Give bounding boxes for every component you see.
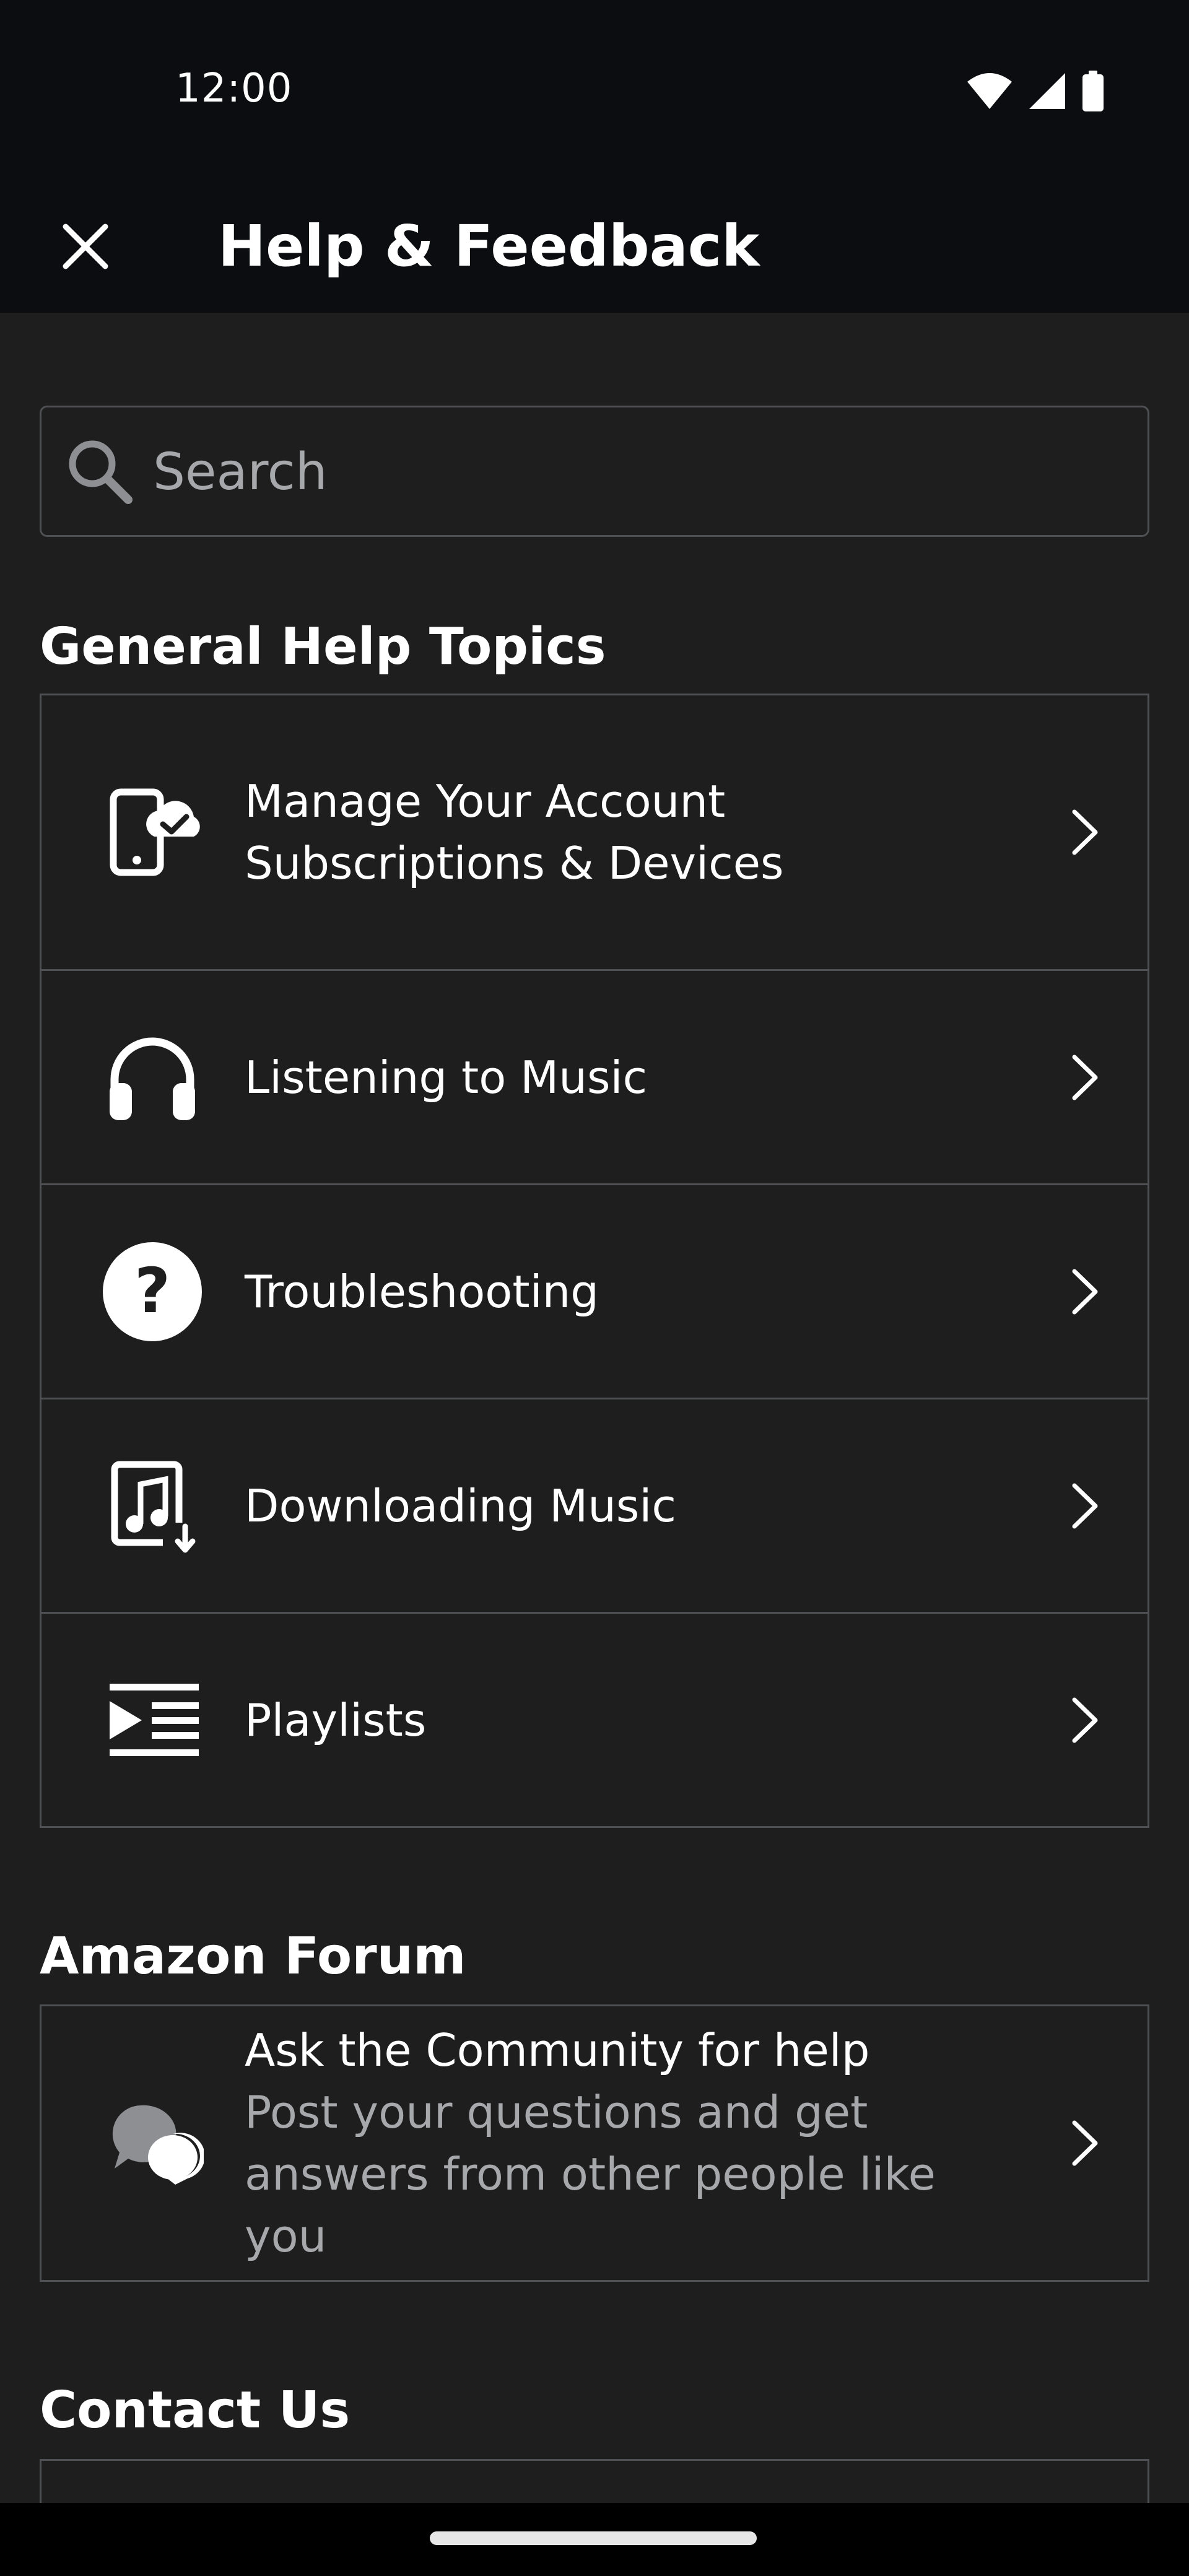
forum-heading: Amazon Forum: [40, 1927, 466, 1986]
forum-list: Ask the Community for help Post your que…: [40, 2004, 1149, 2282]
home-indicator[interactable]: [430, 2531, 757, 2545]
svg-text:?: ?: [134, 1255, 170, 1327]
help-topic-label: Troubleshooting: [245, 1265, 599, 1318]
help-topic-label: Playlists: [245, 1694, 427, 1746]
headphones-icon: [101, 1026, 204, 1129]
status-bar: 12:00: [0, 0, 1189, 180]
help-topic-label: Downloading Music: [245, 1479, 676, 1532]
search-box[interactable]: [40, 406, 1149, 537]
search-input[interactable]: [152, 420, 1118, 524]
help-topic-troubleshooting[interactable]: ? Troubleshooting: [41, 1185, 1148, 1399]
close-button[interactable]: [43, 204, 127, 288]
playlist-icon: [101, 1669, 204, 1772]
phone-check-icon: [101, 781, 204, 884]
chat-bubbles-icon: [101, 2092, 204, 2195]
forum-item-text: Ask the Community for help Post your que…: [245, 2019, 1024, 2267]
app-bar: Help & Feedback: [0, 180, 1189, 313]
status-time: 12:00: [175, 66, 293, 111]
help-topic-account[interactable]: Manage Your Account Subscriptions & Devi…: [41, 695, 1148, 971]
help-topic-label: Listening to Music: [245, 1051, 648, 1103]
help-topic-playlists[interactable]: Playlists: [41, 1614, 1148, 1826]
forum-item-title: Ask the Community for help: [245, 2024, 870, 2076]
help-topic-label: Manage Your Account Subscriptions & Devi…: [245, 775, 784, 889]
contact-heading: Contact Us: [40, 2381, 351, 2440]
chevron-right-icon: [1072, 1697, 1098, 1743]
chevron-right-icon: [1072, 2120, 1098, 2166]
help-topic-downloading[interactable]: Downloading Music: [41, 1399, 1148, 1614]
page-title: Help & Feedback: [218, 213, 760, 279]
chevron-right-icon: [1072, 809, 1098, 855]
general-help-list: Manage Your Account Subscriptions & Devi…: [40, 694, 1149, 1828]
navigation-bar: [0, 2503, 1189, 2576]
help-topic-listening[interactable]: Listening to Music: [41, 971, 1148, 1185]
search-icon: [69, 440, 133, 504]
status-icons: [966, 69, 1105, 113]
question-circle-icon: ?: [101, 1240, 204, 1343]
forum-item-subtitle: Post your questions and get answers from…: [245, 2086, 936, 2262]
chevron-right-icon: [1072, 1269, 1098, 1314]
chevron-right-icon: [1072, 1055, 1098, 1100]
music-download-icon: [101, 1455, 204, 1557]
general-help-heading: General Help Topics: [40, 617, 606, 676]
forum-ask-community[interactable]: Ask the Community for help Post your que…: [41, 2006, 1148, 2280]
wifi-icon: [967, 73, 1012, 109]
chevron-right-icon: [1072, 1483, 1098, 1528]
signal-icon: [1029, 73, 1065, 109]
battery-icon: [1082, 71, 1104, 111]
close-icon: [63, 224, 108, 269]
